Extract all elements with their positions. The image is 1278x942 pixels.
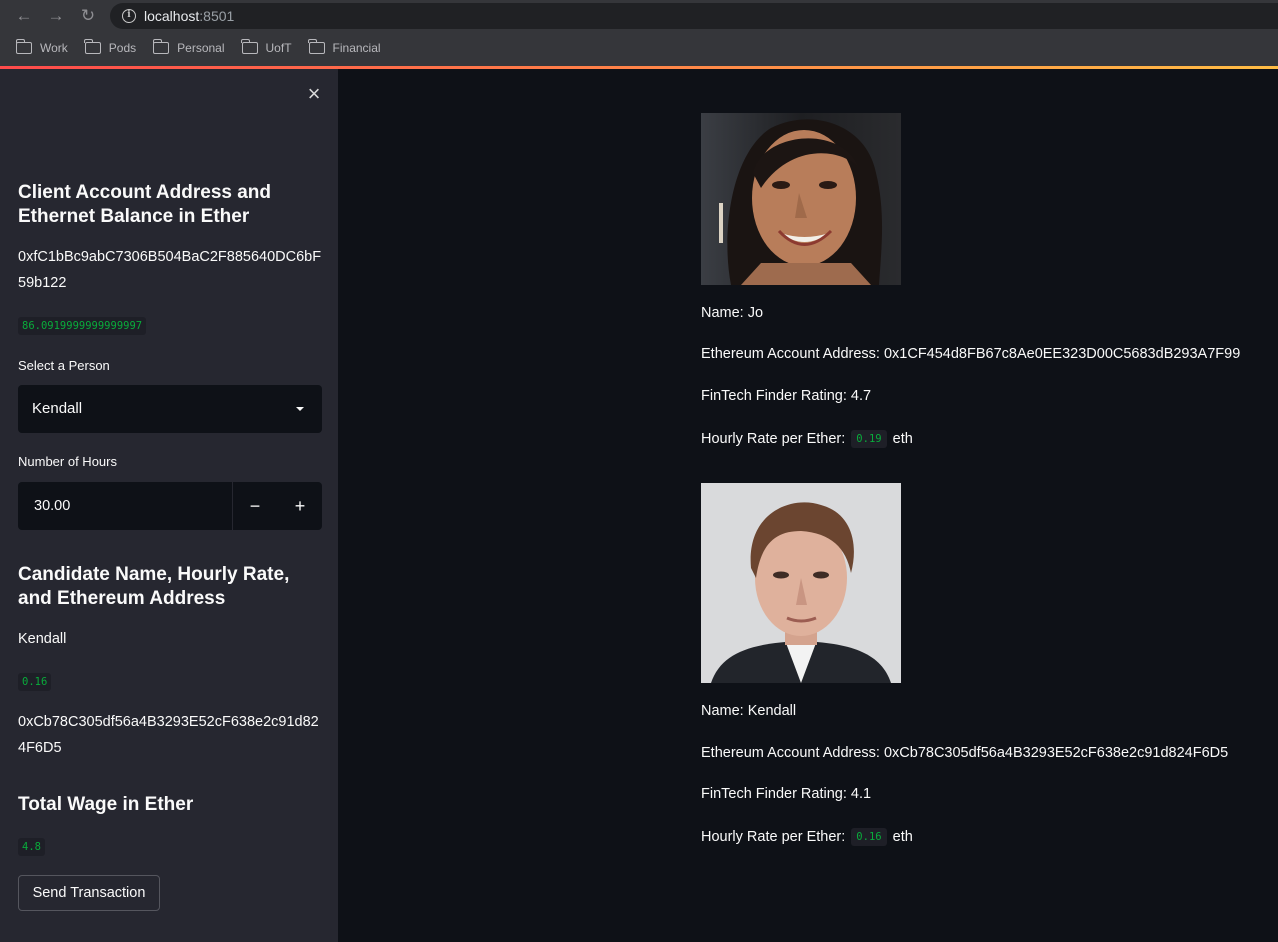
bookmark-work[interactable]: Work [15,39,68,57]
hours-input[interactable]: 30.00 − + [18,482,322,530]
candidate-address-line: Ethereum Account Address: 0x1CF454d8FB67… [701,346,1241,362]
browser-chrome: ← → ↻ i localhost:8501 Work Pods Persona… [0,0,1278,67]
selected-person: Kendall [32,400,83,417]
address-bar[interactable]: i localhost:8501 [110,3,1278,29]
send-transaction-button[interactable]: Send Transaction [18,875,160,911]
folder-icon [84,39,101,54]
select-person-dropdown[interactable]: Kendall [18,385,322,433]
bookmark-label: Personal [177,41,225,55]
bookmark-label: UofT [265,41,292,55]
url-text: localhost:8501 [144,8,234,24]
candidate-rating-line: FinTech Finder Rating: 4.7 [701,388,872,404]
candidate-heading: Candidate Name, Hourly Rate, and Ethereu… [18,564,290,609]
back-arrow-icon[interactable]: ← [14,6,34,26]
hours-label: Number of Hours [18,454,117,469]
rate-prefix: Hourly Rate per Ether: [701,430,846,447]
candidate-photo-kendall [701,483,901,683]
candidate-address: 0xCb78C305df56a4B3293E52cF638e2c91d824F6… [18,714,319,756]
hours-value[interactable]: 30.00 [18,482,232,530]
rate-value: 0.19 [851,430,887,448]
decrement-button[interactable]: − [233,482,277,530]
candidate-photo-jo [701,113,901,285]
client-address: 0xfC1bBc9abC7306B504BaC2F885640DC6bF59b1… [18,249,322,291]
url-host: localhost [144,8,200,24]
rate-suffix: eth [892,828,913,845]
rate-value: 0.16 [851,828,887,846]
candidate-rate-line: Hourly Rate per Ether: 0.16 eth [701,828,913,846]
main-content: Name: Jo Ethereum Account Address: 0x1CF… [338,69,1278,942]
bookmark-label: Pods [108,41,137,55]
url-port: :8501 [199,8,235,24]
bookmark-financial[interactable]: Financial [308,39,381,57]
select-person-label: Select a Person [18,358,110,373]
wage-heading: Total Wage in Ether [18,794,194,815]
info-icon[interactable]: i [122,9,136,23]
dropdown-caret-icon [296,407,304,411]
sidebar: × Client Account Address and Ethernet Ba… [0,69,338,942]
folder-icon [15,39,32,54]
candidate-name: Kendall [18,631,67,647]
folder-icon [308,39,325,54]
client-balance: 86.0919999999999997 [18,317,147,335]
reload-icon[interactable]: ↻ [78,6,98,26]
candidate-address-line: Ethereum Account Address: 0xCb78C305df56… [701,745,1229,761]
bookmark-uoft[interactable]: UofT [241,39,292,57]
rate-suffix: eth [892,430,913,447]
forward-arrow-icon[interactable]: → [46,6,66,26]
bookmarks-bar: Work Pods Personal UofT Financial [15,39,398,57]
bookmark-label: Work [40,41,68,55]
candidate-rate: 0.16 [18,673,52,691]
wage-value: 4.8 [18,838,45,856]
bookmark-pods[interactable]: Pods [84,39,137,57]
increment-button[interactable]: + [278,482,322,530]
candidate-rate-line: Hourly Rate per Ether: 0.19 eth [701,430,913,448]
close-icon[interactable]: × [303,83,325,105]
candidate-name-line: Name: Kendall [701,703,797,719]
candidate-rating-line: FinTech Finder Rating: 4.1 [701,786,872,802]
folder-icon [152,39,170,54]
client-heading: Client Account Address and Ethernet Bala… [18,182,272,227]
candidate-name-line: Name: Jo [701,305,764,321]
bookmark-personal[interactable]: Personal [152,39,225,57]
rate-prefix: Hourly Rate per Ether: [701,828,846,845]
bookmark-label: Financial [332,41,381,55]
folder-icon [241,39,258,54]
